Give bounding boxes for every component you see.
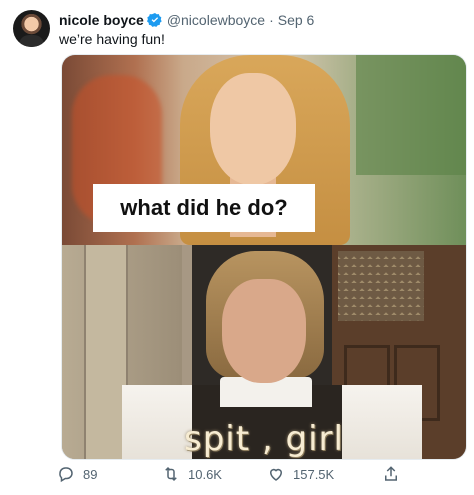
tweet-header: nicole boyce @nicolewboyce · Sep 6 [59,11,314,29]
reply-button[interactable]: 89 [57,465,97,483]
background-foliage [356,55,466,175]
share-icon [385,466,397,481]
meme-caption-bottom: spit , girl [184,419,344,459]
share-button[interactable] [382,465,408,483]
author-name[interactable]: nicole boyce [59,12,144,28]
meme-top-panel: what did he do? [62,55,466,245]
caption-top-text: what did he do? [120,195,288,220]
tweet-card[interactable]: nicole boyce @nicolewboyce · Sep 6 we’re… [0,0,474,495]
header-separator: · [269,12,274,28]
meme-caption-top: what did he do? [93,184,315,232]
man-face [222,279,306,383]
reply-count: 89 [83,466,98,482]
tweet-date[interactable]: Sep 6 [278,12,315,28]
tweet-media-image[interactable]: what did he do? spit , girl [61,54,467,460]
retweet-count: 10.6K [188,466,222,482]
retweet-icon [165,466,177,482]
tweet-text: we’re having fun! [59,31,165,47]
avatar-shirt [19,35,44,47]
author-handle[interactable]: @nicolewboyce [167,12,265,28]
woman-face [210,73,296,185]
tweet-actions: 89 10.6K 157.5K [57,465,417,489]
door-grate [338,251,424,321]
like-button[interactable]: 157.5K [267,465,334,483]
reply-icon [59,467,73,483]
verified-badge-icon [146,12,163,28]
like-count: 157.5K [293,466,335,482]
retweet-button[interactable]: 10.6K [162,465,222,483]
avatar[interactable] [13,10,50,47]
heart-icon [269,468,283,481]
